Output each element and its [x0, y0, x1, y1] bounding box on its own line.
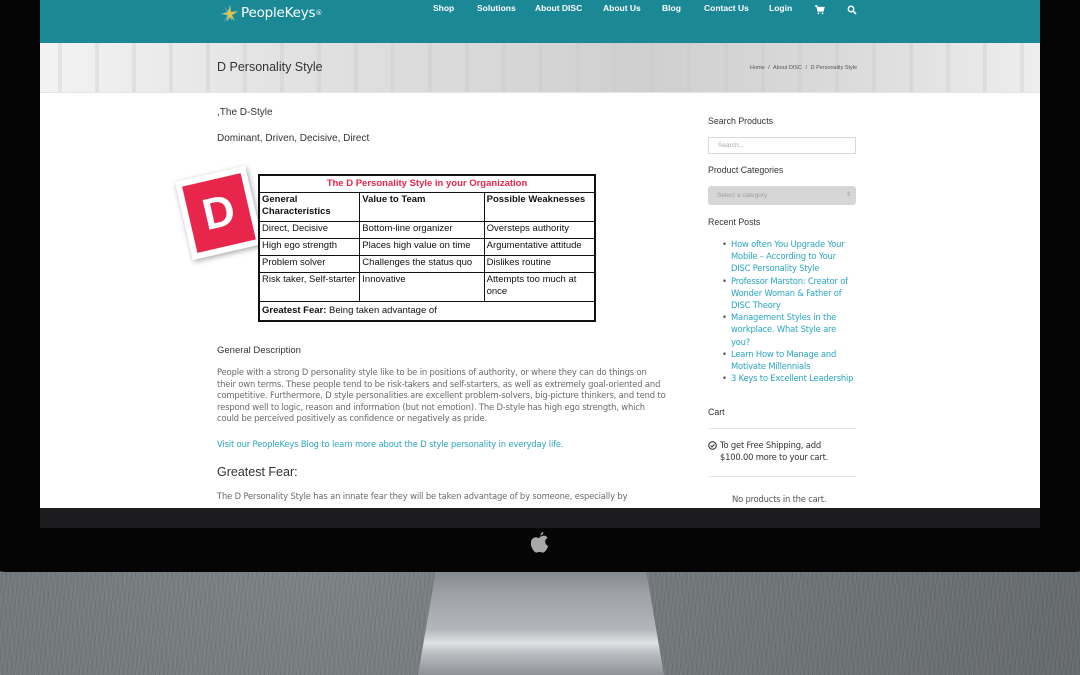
nav-solutions[interactable]: Solutions: [477, 3, 516, 13]
recent-post-title[interactable]: How often You Upgrade Your Mobile – Acco…: [731, 239, 845, 273]
cart-heading: Cart: [708, 407, 725, 417]
table-cell: Risk taker, Self-starter: [258, 272, 361, 302]
breadcrumb-separator: /: [805, 65, 808, 71]
recent-post-link[interactable]: • Management Styles in the workplace. Wha…: [722, 311, 856, 348]
category-select-value: Select a category: [717, 192, 768, 199]
monitor-stand: [418, 560, 664, 675]
general-description-text: People with a strong D personality style…: [217, 367, 666, 424]
registered-mark-icon: ®: [315, 9, 323, 17]
bullet-icon: •: [722, 275, 727, 286]
table-row: Direct, Decisive Bottom-line organizer O…: [258, 221, 596, 239]
table-caption: The D Personality Style in your Organiza…: [258, 174, 596, 193]
breadcrumb-home[interactable]: Home: [750, 65, 765, 71]
recent-posts-heading: Recent Posts: [708, 217, 761, 227]
check-circle-icon: [708, 441, 717, 450]
bullet-icon: •: [722, 239, 727, 249]
site-logo[interactable]: PeopleKeys ®: [218, 2, 322, 24]
table-header-characteristics: General Characteristics: [258, 192, 361, 222]
peoplekeys-star-icon: [220, 5, 238, 22]
search-icon[interactable]: [847, 5, 857, 15]
recent-post-title[interactable]: Management Styles in the workplace. What…: [731, 312, 836, 346]
page-title: D Personality Style: [217, 60, 323, 74]
d-style-traits: Dominant, Driven, Decisive, Direct: [217, 133, 370, 144]
greatest-fear-cell: Greatest Fear: Being taken advantage of: [258, 301, 596, 322]
nav-about-us[interactable]: About Us: [603, 3, 641, 13]
nav-shop[interactable]: Shop: [433, 3, 454, 13]
cart-divider: [708, 428, 856, 429]
product-categories-heading: Product Categories: [708, 165, 784, 175]
table-cell: Bottom-line organizer: [359, 221, 485, 239]
table-cell: Dislikes routine: [483, 255, 596, 273]
empty-cart-message: No products in the cart.: [732, 494, 827, 504]
table-row: High ego strength Places high value on t…: [258, 238, 596, 256]
cart-icon[interactable]: [815, 5, 825, 15]
page-title-bar: D Personality Style Home / About DISC / …: [40, 43, 1040, 93]
cart-divider: [708, 476, 856, 477]
blog-link[interactable]: Visit our PeopleKeys Blog to learn more …: [217, 439, 564, 449]
table-row: Risk taker, Self-starter Innovative Atte…: [258, 272, 596, 302]
select-arrows-icon: ⇕: [845, 192, 851, 198]
breadcrumb-separator: /: [768, 65, 770, 71]
table-cell: Problem solver: [258, 255, 361, 273]
recent-post-link[interactable]: • 3 Keys to Excellent Leadership: [722, 372, 856, 384]
recent-post-title[interactable]: 3 Keys to Excellent Leadership: [731, 373, 853, 383]
product-search-input[interactable]: [708, 137, 856, 154]
bullet-icon: •: [722, 312, 727, 323]
bullet-icon: •: [722, 373, 727, 384]
nav-about-disc[interactable]: About DISC: [535, 3, 582, 13]
greatest-fear-text: The D Personality Style has an innate fe…: [217, 491, 628, 501]
breadcrumb-about-disc[interactable]: About DISC: [773, 65, 802, 71]
free-shipping-text: To get Free Shipping, add $100.00 more t…: [720, 440, 829, 463]
table-cell: Places high value on time: [359, 238, 485, 256]
d-badge-letter: D: [182, 173, 256, 253]
table-row: Problem solver Challenges the status quo…: [258, 255, 596, 273]
screen-bottom-edge: [40, 508, 1040, 528]
logo-text: PeopleKeys: [241, 5, 316, 21]
recent-posts-list: • How often You Upgrade Your Mobile – Acc…: [722, 238, 856, 384]
table-cell: High ego strength: [258, 238, 361, 256]
recent-post-link[interactable]: • Learn How to Manage and Motivate Millen…: [722, 348, 856, 372]
d-style-heading: ,The D-Style: [217, 107, 273, 118]
table-cell: Innovative: [359, 272, 485, 302]
table-header-value: Value to Team: [359, 192, 485, 222]
table-cell: Argumentative attitude: [483, 238, 596, 256]
nav-contact-us[interactable]: Contact Us: [704, 3, 749, 13]
d-style-table: The D Personality Style in your Organiza…: [258, 174, 596, 322]
bullet-icon: •: [722, 348, 727, 359]
free-shipping-notice: To get Free Shipping, add $100.00 more t…: [708, 439, 856, 463]
table-header-weaknesses: Possible Weaknesses: [483, 192, 596, 222]
nav-blog[interactable]: Blog: [662, 3, 681, 13]
greatest-fear-value: Being taken advantage of: [326, 305, 437, 316]
apple-logo-icon: [530, 531, 549, 553]
greatest-fear-heading: Greatest Fear:: [217, 465, 298, 479]
d-style-badge: D: [174, 165, 264, 261]
table-cell: Direct, Decisive: [258, 221, 361, 239]
recent-post-link[interactable]: • How often You Upgrade Your Mobile – Acc…: [722, 238, 856, 275]
table-cell: Challenges the status quo: [359, 255, 485, 273]
site-header: PeopleKeys ® Shop Solutions About DISC Ab…: [40, 0, 1040, 43]
greatest-fear-label: Greatest Fear:: [262, 305, 327, 316]
nav-login[interactable]: Login: [769, 3, 792, 13]
general-description-heading: General Description: [217, 345, 301, 356]
breadcrumb-current: D Personality Style: [810, 65, 858, 71]
recent-post-link[interactable]: • Professor Marston: Creator of Wonder Wo…: [722, 275, 856, 312]
category-select[interactable]: Select a category ⇕: [708, 186, 856, 205]
table-footer-row: Greatest Fear: Being taken advantage of: [258, 301, 596, 322]
breadcrumb: Home / About DISC / D Personality Style: [750, 65, 857, 71]
website-screen: PeopleKeys ® Shop Solutions About DISC Ab…: [40, 0, 1040, 508]
table-cell: Attempts too much at once: [483, 272, 596, 302]
recent-post-title[interactable]: Professor Marston: Creator of Wonder Wom…: [731, 276, 848, 310]
table-cell: Oversteps authority: [483, 221, 596, 239]
search-products-heading: Search Products: [708, 116, 774, 126]
recent-post-title[interactable]: Learn How to Manage and Motivate Millenn…: [731, 349, 836, 371]
